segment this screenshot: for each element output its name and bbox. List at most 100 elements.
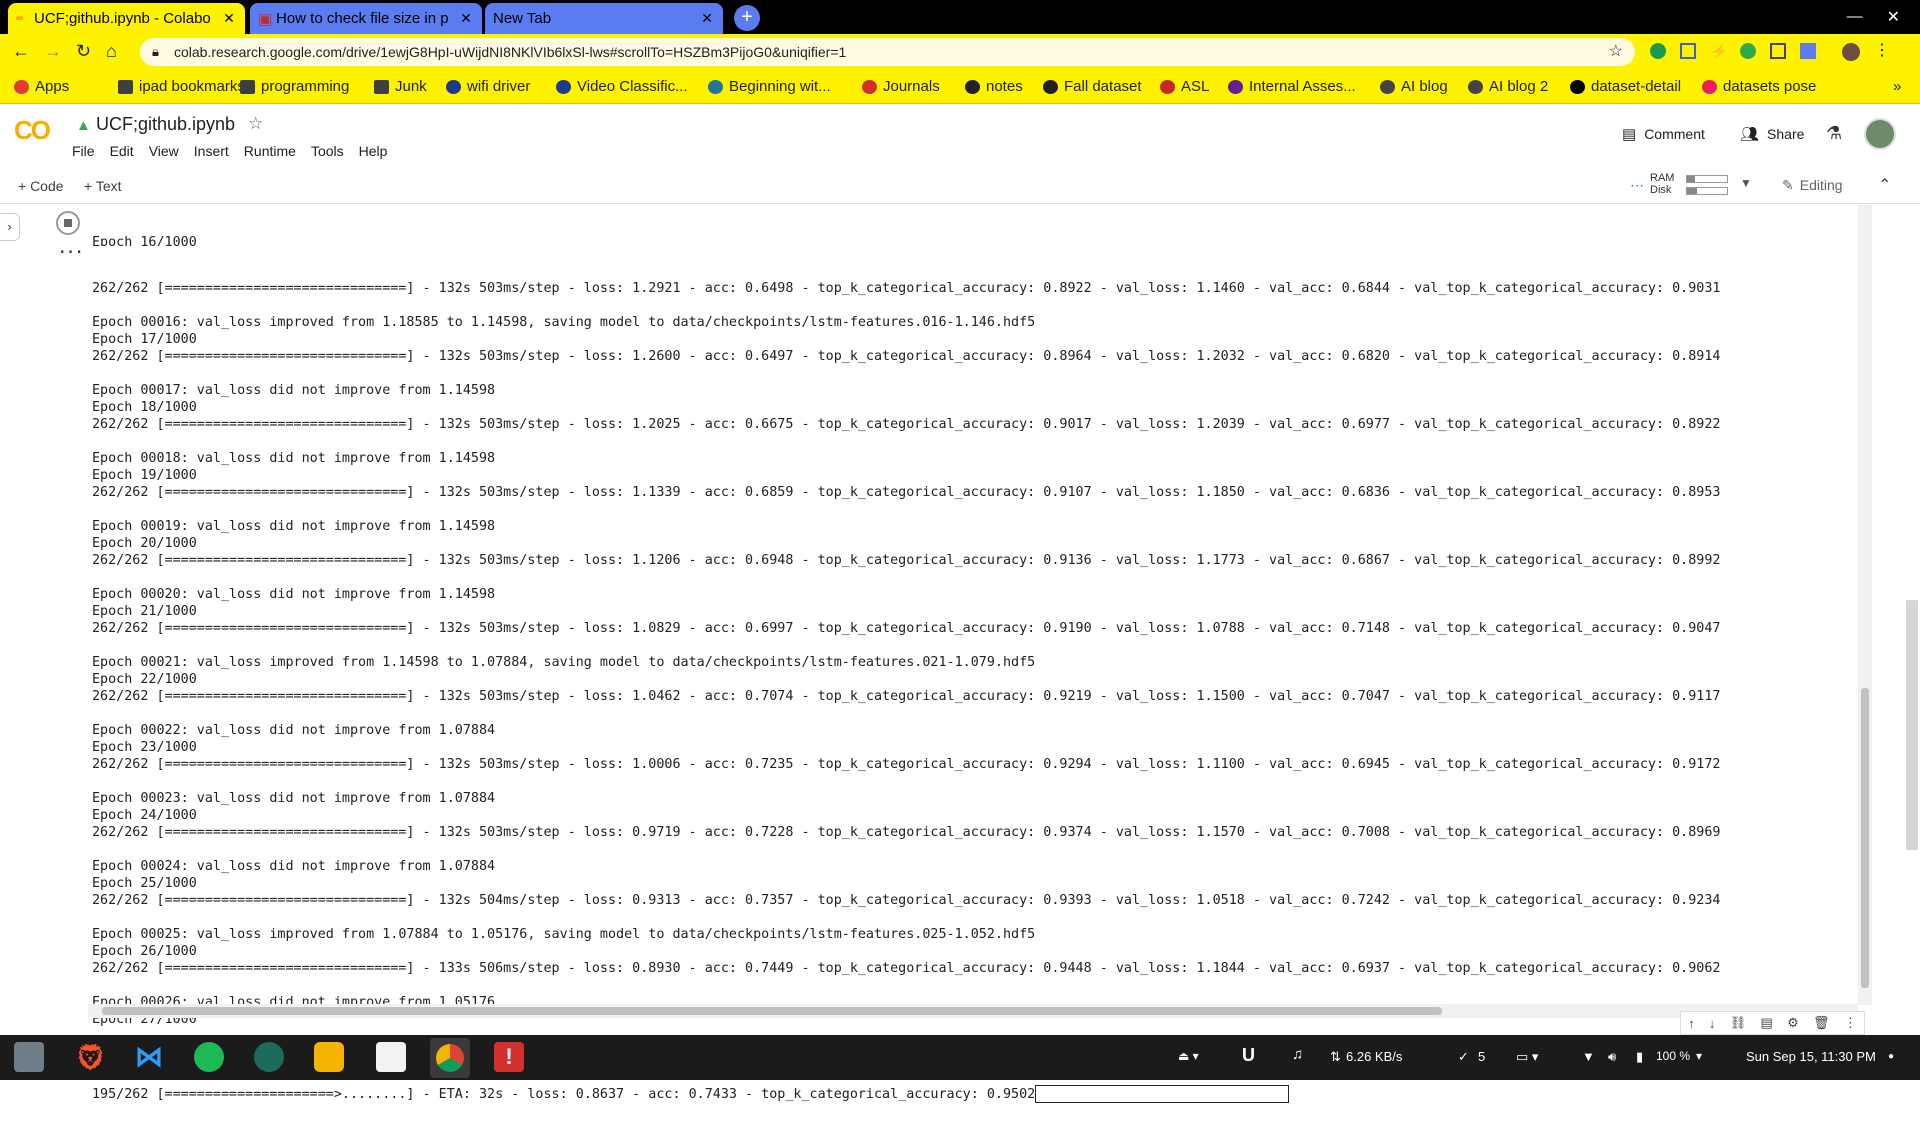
- menu-item-file[interactable]: File: [72, 143, 95, 159]
- bookmark-item[interactable]: ASL: [1160, 78, 1209, 95]
- tab-new[interactable]: New Tab ✕: [485, 3, 723, 34]
- user-avatar[interactable]: [1864, 118, 1896, 150]
- kebab-menu-icon[interactable]: ⋮: [1844, 1015, 1857, 1031]
- document-viewer-icon[interactable]: [376, 1042, 406, 1072]
- output-menu-icon[interactable]: ...: [58, 241, 83, 257]
- gitkraken-icon[interactable]: [254, 1042, 284, 1072]
- link-icon[interactable]: ⛓: [1730, 1015, 1747, 1031]
- menu-item-view[interactable]: View: [149, 143, 179, 159]
- alert-app-icon[interactable]: !: [494, 1042, 524, 1072]
- log-line: 262/262 [==============================]…: [92, 621, 1721, 636]
- close-icon[interactable]: ✕: [221, 10, 237, 27]
- output-vertical-scrollbar[interactable]: [1858, 205, 1872, 1005]
- output-input-box[interactable]: [1035, 1085, 1290, 1103]
- notification-dot-icon[interactable]: ●: [1888, 1051, 1894, 1062]
- bookmark-item[interactable]: datasets pose: [1702, 78, 1816, 95]
- editing-mode-button[interactable]: ✎ Editing: [1782, 177, 1843, 194]
- close-icon[interactable]: ✕: [458, 10, 474, 27]
- extension-icon[interactable]: [1680, 43, 1696, 59]
- menu-item-tools[interactable]: Tools: [311, 143, 344, 159]
- chevron-up-icon[interactable]: ⌃: [1878, 175, 1891, 195]
- tab-colab[interactable]: ∞ UCF;github.ipynb - Colabo ✕: [8, 3, 245, 34]
- star-bookmark-icon[interactable]: ☆: [1609, 38, 1623, 66]
- menu-item-insert[interactable]: Insert: [194, 143, 229, 159]
- extension-icon[interactable]: [1800, 43, 1816, 59]
- gear-icon[interactable]: ⚙: [1787, 1015, 1799, 1031]
- add-text-button[interactable]: + Text: [84, 178, 122, 194]
- bookmark-item[interactable]: wifi driver: [446, 78, 530, 95]
- files-app-icon[interactable]: [14, 1042, 44, 1072]
- menu-bar: File Edit View Insert Runtime Tools Help: [72, 143, 387, 159]
- extension-icon[interactable]: ⚡: [1710, 43, 1727, 59]
- scrollbar-thumb[interactable]: [1861, 688, 1869, 988]
- bookmarks-overflow-chevron-icon[interactable]: »: [1893, 78, 1901, 95]
- star-icon[interactable]: ☆: [248, 114, 263, 134]
- home-icon[interactable]: ⌂: [106, 41, 117, 62]
- vscode-icon[interactable]: ⋈: [134, 1042, 164, 1072]
- bookmark-item[interactable]: programming: [240, 78, 349, 95]
- bookmark-item[interactable]: Apps: [14, 78, 69, 95]
- new-tab-button[interactable]: +: [734, 5, 760, 31]
- reload-icon[interactable]: ↻: [76, 41, 91, 62]
- move-down-arrow-icon[interactable]: ↓: [1709, 1016, 1716, 1031]
- page-scrollbar-thumb[interactable]: [1906, 600, 1918, 850]
- volume-icon[interactable]: 🔊︎: [1608, 1049, 1616, 1065]
- evernote-icon[interactable]: [1740, 43, 1756, 59]
- bookmark-item[interactable]: Internal Asses...: [1228, 78, 1356, 95]
- idea-bulb-icon[interactable]: [314, 1042, 344, 1072]
- clipboard-icon[interactable]: ▭ ▾: [1516, 1049, 1538, 1065]
- menu-item-runtime[interactable]: Runtime: [244, 143, 296, 159]
- minimize-icon[interactable]: —: [1847, 8, 1863, 26]
- output-horizontal-scrollbar[interactable]: [88, 1004, 1858, 1018]
- back-arrow-icon[interactable]: ←: [12, 41, 30, 62]
- battery-icon[interactable]: ▮: [1636, 1049, 1643, 1065]
- music-note-icon[interactable]: ♫: [1292, 1046, 1303, 1063]
- move-up-arrow-icon[interactable]: ↑: [1688, 1016, 1695, 1031]
- profile-avatar[interactable]: [1842, 43, 1860, 61]
- forward-arrow-icon[interactable]: →: [44, 41, 62, 62]
- menu-item-edit[interactable]: Edit: [110, 143, 134, 159]
- bookmark-item[interactable]: AI blog 2: [1468, 78, 1548, 95]
- url-text: colab.research.google.com/drive/1ewjG8Hp…: [174, 44, 847, 60]
- bookmark-label: dataset-detail: [1591, 78, 1682, 95]
- kebab-menu-icon[interactable]: ⋮: [1874, 43, 1890, 61]
- wifi-icon[interactable]: ▼: [1582, 1049, 1595, 1064]
- tab-file-size[interactable]: ▣ How to check file size in p ✕: [250, 3, 482, 34]
- colab-logo[interactable]: CO: [14, 115, 51, 146]
- share-button[interactable]: 👥︎ Share: [1740, 125, 1804, 143]
- chevron-down-icon[interactable]: ▼: [1740, 176, 1752, 190]
- bookmark-item[interactable]: ipad bookmarks: [118, 78, 245, 95]
- u-app-icon[interactable]: U: [1242, 1045, 1255, 1066]
- bookmark-item[interactable]: AI blog: [1380, 78, 1448, 95]
- bookmark-item[interactable]: Junk: [374, 78, 427, 95]
- hscroll-thumb[interactable]: [102, 1007, 1442, 1015]
- flask-icon[interactable]: ⚗: [1826, 123, 1842, 144]
- menu-item-help[interactable]: Help: [359, 143, 388, 159]
- eject-icon[interactable]: ⏏ ▾: [1178, 1049, 1199, 1063]
- clock[interactable]: Sun Sep 15, 11:30 PM: [1746, 1049, 1876, 1064]
- bookmark-item[interactable]: Beginning wit...: [708, 78, 831, 95]
- comment-button[interactable]: ▤ Comment: [1622, 125, 1705, 143]
- chrome-active-icon[interactable]: [430, 1038, 470, 1078]
- grammarly-icon[interactable]: [1650, 43, 1666, 59]
- bookmark-item[interactable]: Journals: [862, 78, 940, 95]
- add-code-button[interactable]: + Code: [18, 178, 64, 194]
- bookmark-item[interactable]: dataset-detail: [1570, 78, 1681, 95]
- close-icon[interactable]: ✕: [699, 10, 715, 27]
- extension-icon[interactable]: [1770, 43, 1786, 59]
- chevron-down-icon[interactable]: ▾: [1696, 1049, 1702, 1063]
- spotify-icon[interactable]: [194, 1042, 224, 1072]
- bookmark-item[interactable]: Video Classific...: [556, 78, 688, 95]
- comment-icon[interactable]: ▤: [1761, 1015, 1773, 1031]
- sidebar-toggle-chevron-icon[interactable]: ›: [0, 213, 20, 241]
- bookmark-item[interactable]: notes: [965, 78, 1023, 95]
- bookmark-item[interactable]: Fall dataset: [1043, 78, 1142, 95]
- resource-monitor[interactable]: RAM Disk: [1650, 172, 1674, 196]
- brave-browser-icon[interactable]: 🦁︎: [74, 1042, 107, 1072]
- notebook-title[interactable]: UCF;github.ipynb: [96, 114, 235, 135]
- trash-icon[interactable]: 🗑︎: [1813, 1015, 1830, 1031]
- run-cell-stop-button[interactable]: [56, 211, 80, 235]
- url-input[interactable]: 🔒︎ colab.research.google.com/drive/1ewjG…: [140, 38, 1635, 66]
- close-window-icon[interactable]: ✕: [1887, 7, 1900, 27]
